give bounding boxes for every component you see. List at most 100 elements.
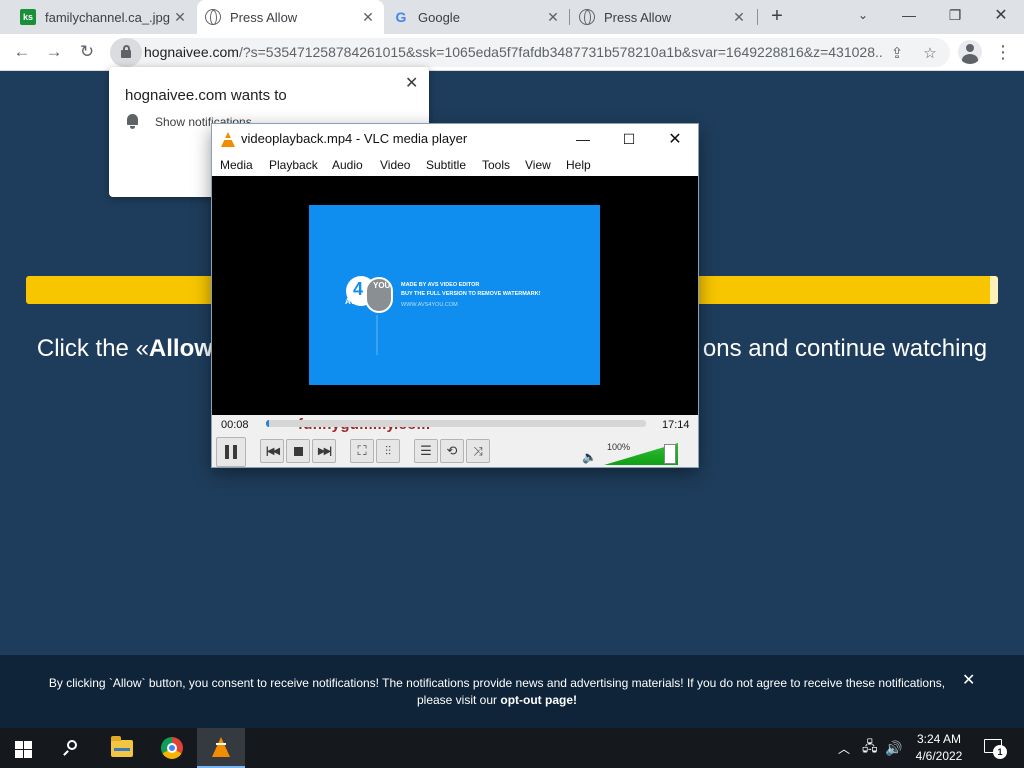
ks-logo-icon: ks [20, 9, 36, 25]
forward-arrow-icon[interactable]: → [41, 39, 67, 65]
volume-icon[interactable]: 🔊 [885, 728, 902, 768]
menu-audio[interactable]: Audio [332, 158, 363, 172]
windows-taskbar: ︿ 🖧 🔊 3:24 AM 4/6/2022 1 [0, 728, 1024, 768]
pause-button[interactable] [216, 437, 246, 467]
tab-title: familychannel.ca_.jpg ( [45, 9, 172, 25]
headline-post: ons and continue watching [702, 335, 988, 362]
tab-search-chevron-icon[interactable]: ⌄ [840, 0, 886, 30]
menu-video[interactable]: Video [380, 158, 410, 172]
chrome-icon [161, 737, 183, 759]
restore-icon[interactable]: ❐ [932, 0, 978, 30]
tab-press-allow-active[interactable]: Press Allow ✕ [197, 0, 384, 34]
playlist-icon: ☰ [420, 443, 432, 458]
bookmark-star-icon[interactable]: ☆ [921, 44, 939, 62]
vlc-cone-icon [221, 132, 235, 147]
menu-playback[interactable]: Playback [269, 158, 318, 172]
close-tab-icon[interactable]: ✕ [545, 9, 561, 25]
folder-icon [111, 735, 133, 757]
menu-media[interactable]: Media [220, 158, 253, 172]
google-g-icon: G [395, 9, 407, 25]
seek-row: 00:08 17:14 [212, 415, 698, 435]
tab-separator [569, 9, 570, 25]
stop-button[interactable] [286, 439, 310, 463]
opt-out-link[interactable]: opt-out page [500, 693, 573, 707]
vlc-cone-icon [212, 737, 230, 757]
headline-allow: Allow [148, 335, 213, 362]
tab-familychannel[interactable]: ks familychannel.ca_.jpg ( ✕ [12, 0, 196, 34]
share-icon[interactable]: ⇪ [888, 44, 906, 62]
network-icon[interactable]: 🖧 [862, 728, 878, 768]
volume-percent: 100% [607, 442, 631, 452]
watermark-line: MADE BY AVS VIDEO EDITOR [401, 282, 480, 288]
watermark-stand [376, 315, 378, 355]
fullscreen-icon: ⛶ [357, 443, 367, 458]
minimize-icon[interactable]: — [886, 0, 932, 30]
clock-date: 4/6/2022 [915, 749, 963, 763]
windows-start-icon[interactable] [15, 741, 32, 758]
close-window-icon[interactable]: ✕ [652, 124, 698, 154]
next-button[interactable]: ▶▶| [312, 439, 336, 463]
previous-button[interactable]: |◀◀ [260, 439, 284, 463]
globe-icon [579, 9, 595, 25]
close-tab-icon[interactable]: ✕ [360, 9, 376, 25]
consent-text: By clicking `Allow` button, you consent … [30, 675, 964, 709]
skip-back-icon: |◀◀ [265, 445, 280, 457]
url-host: hognaivee.com [144, 44, 239, 60]
search-icon[interactable] [62, 738, 82, 758]
menu-subtitle[interactable]: Subtitle [426, 158, 466, 172]
elapsed-time: 00:08 [221, 419, 249, 431]
loop-icon: ⟲ [446, 443, 458, 458]
tab-google[interactable]: G Google ✕ [385, 0, 569, 34]
shuffle-button[interactable]: ⤨ [466, 439, 490, 463]
reload-icon[interactable]: ↻ [74, 39, 100, 65]
loop-button[interactable]: ⟲ [440, 439, 464, 463]
vlc-menubar: Media Playback Audio Video Subtitle Tool… [212, 154, 698, 176]
taskbar-vlc[interactable] [197, 728, 245, 768]
show-hidden-icons-chevron-icon[interactable]: ︿ [838, 728, 850, 768]
menu-help[interactable]: Help [566, 158, 591, 172]
new-tab-plus-icon[interactable]: + [766, 6, 788, 28]
vlc-titlebar[interactable]: videoplayback.mp4 - VLC media player — ☐… [212, 124, 698, 154]
taskbar-clock[interactable]: 3:24 AM 4/6/2022 [905, 731, 973, 765]
speaker-icon[interactable]: 🔈 [582, 450, 597, 464]
close-icon[interactable]: ✕ [405, 73, 418, 93]
kebab-menu-icon[interactable]: ⋮ [990, 39, 1016, 65]
permission-title: hognaivee.com wants to [125, 87, 287, 104]
stop-icon [293, 446, 303, 456]
seek-slider[interactable] [266, 420, 646, 427]
consent-text-end: ! [573, 693, 578, 707]
site-info-button[interactable] [110, 38, 142, 67]
browser-tab-strip: ks familychannel.ca_.jpg ( ✕ Press Allow… [0, 0, 1024, 34]
minimize-icon[interactable]: — [560, 124, 606, 154]
video-frame: 4 AVS YOU MADE BY AVS VIDEO EDITOR BUY T… [309, 205, 600, 385]
close-tab-icon[interactable]: ✕ [172, 9, 188, 25]
watermark-line: BUY THE FULL VERSION TO REMOVE WATERMARK… [401, 291, 541, 297]
video-area[interactable]: 4 AVS YOU MADE BY AVS VIDEO EDITOR BUY T… [212, 176, 698, 433]
tab-separator [757, 9, 758, 25]
taskbar-chrome[interactable] [148, 728, 196, 768]
playlist-button[interactable]: ☰ [414, 439, 438, 463]
fullscreen-button[interactable]: ⛶ [350, 439, 374, 463]
watermark-you: YOU [373, 281, 391, 290]
url-text[interactable]: hognaivee.com/?s=535471258784261015&ssk=… [144, 44, 884, 60]
close-footer-icon[interactable]: ✕ [962, 670, 975, 690]
back-arrow-icon[interactable]: ← [9, 39, 35, 65]
maximize-icon[interactable]: ☐ [606, 124, 652, 154]
progress-bar-remaining [990, 276, 998, 304]
profile-avatar-icon[interactable] [958, 40, 982, 64]
menu-tools[interactable]: Tools [482, 158, 510, 172]
seek-progress [266, 420, 270, 427]
close-tab-icon[interactable]: ✕ [731, 9, 747, 25]
menu-view[interactable]: View [525, 158, 551, 172]
vlc-window: videoplayback.mp4 - VLC media player — ☐… [212, 124, 698, 467]
taskbar-file-explorer[interactable] [98, 728, 146, 768]
tab-title: Press Allow [230, 9, 298, 25]
volume-knob[interactable] [664, 444, 676, 464]
bell-icon [127, 114, 138, 129]
extended-settings-button[interactable]: ⫶⫶ [376, 439, 400, 463]
url-path: /?s=535471258784261015&ssk=1065eda5f7faf… [238, 44, 884, 60]
skip-forward-icon: ▶▶| [317, 445, 332, 457]
tab-press-allow[interactable]: Press Allow ✕ [571, 0, 755, 34]
close-window-icon[interactable]: ✕ [978, 0, 1024, 30]
address-bar[interactable]: hognaivee.com/?s=535471258784261015&ssk=… [110, 38, 950, 67]
